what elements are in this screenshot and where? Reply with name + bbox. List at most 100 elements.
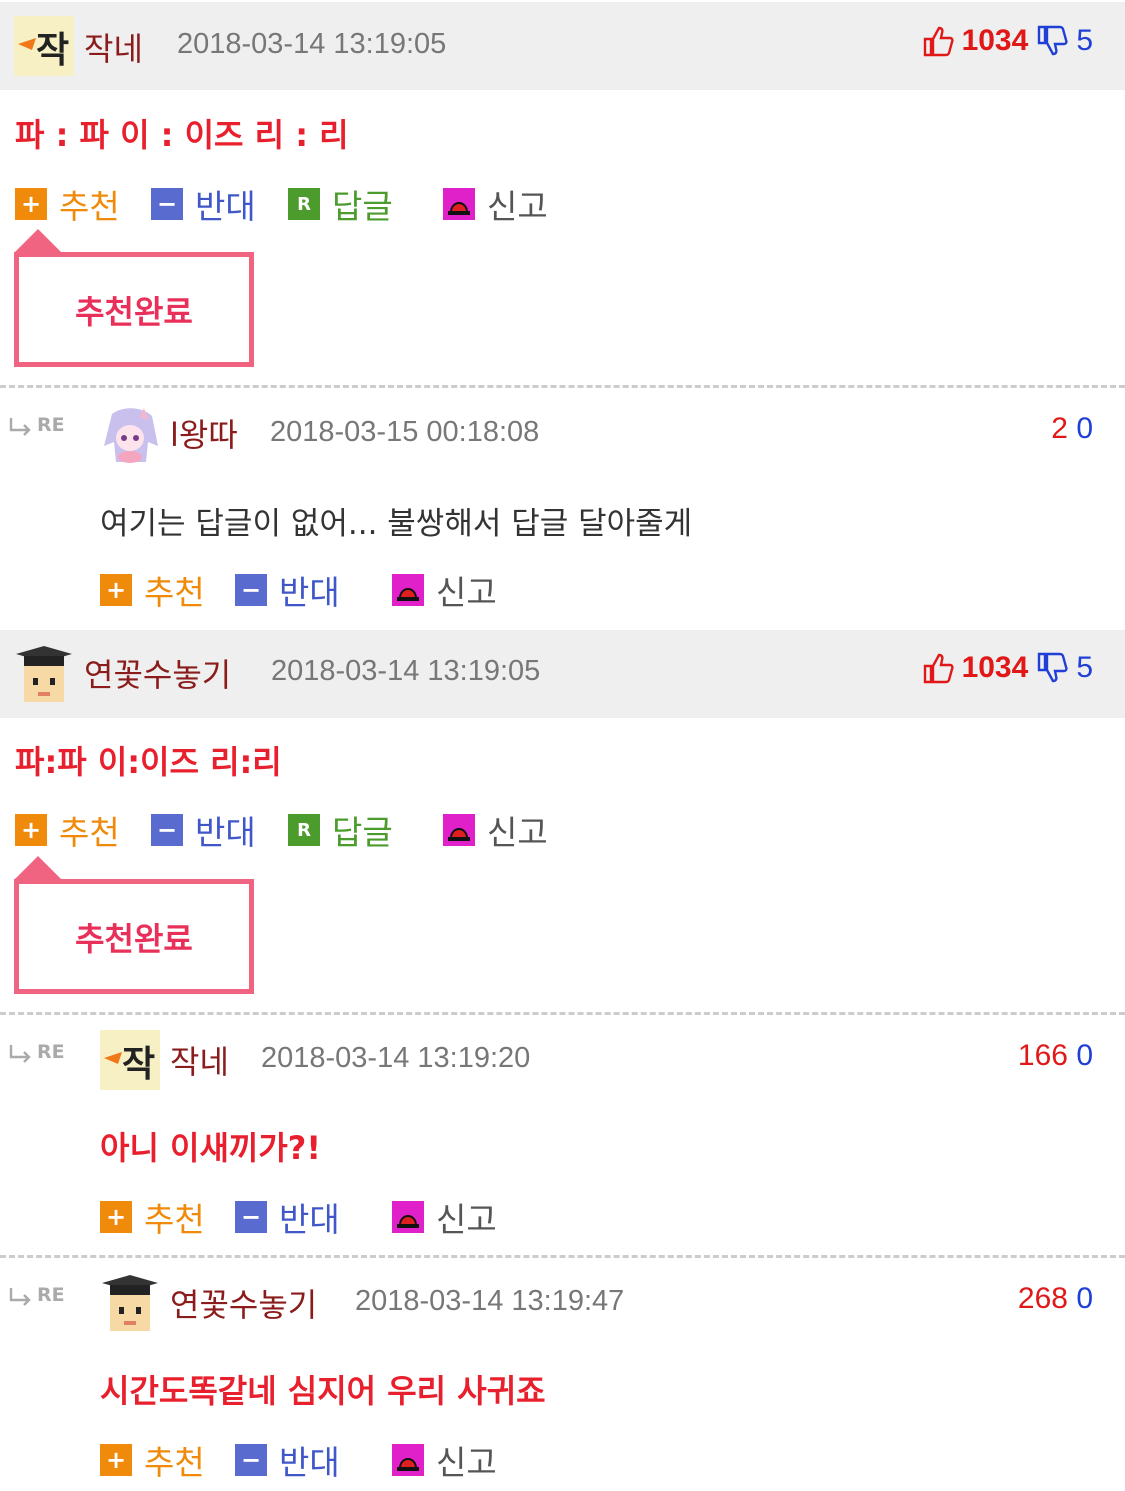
comment-date: 2018-03-14 13:19:05 bbox=[177, 28, 447, 60]
oppose-label: 반대 bbox=[195, 813, 256, 852]
comment-body: 시간도똑같네 심지어 우리 사귀죠 bbox=[100, 1372, 546, 1410]
oppose-button[interactable]: − 반대 bbox=[235, 1438, 340, 1482]
vote-counts: 166 0 bbox=[1018, 1039, 1093, 1073]
report-button[interactable]: 신고 bbox=[443, 182, 548, 226]
re-label: RE bbox=[37, 414, 65, 436]
recommend-button[interactable]: + 추천 bbox=[100, 1195, 205, 1239]
upvote-count: 1034 bbox=[961, 651, 1029, 684]
minus-icon: − bbox=[151, 188, 183, 220]
avatar-jakne-icon: 작 bbox=[100, 1030, 160, 1090]
siren-icon bbox=[443, 188, 475, 220]
re-label: RE bbox=[37, 1284, 65, 1306]
siren-icon bbox=[392, 574, 424, 606]
report-button[interactable]: 신고 bbox=[443, 808, 548, 852]
oppose-label: 반대 bbox=[195, 187, 256, 226]
avatar-graduate-icon bbox=[100, 1273, 160, 1333]
comment-body: 파 : 파 이 : 이즈 리 : 리 bbox=[15, 116, 349, 154]
plus-icon: + bbox=[15, 188, 47, 220]
upvote-count: 268 bbox=[1017, 1282, 1068, 1315]
reply-button[interactable]: R 답글 bbox=[288, 182, 393, 226]
oppose-button[interactable]: − 반대 bbox=[151, 182, 256, 226]
siren-icon bbox=[392, 1201, 424, 1233]
vote-counts: 1034 5 bbox=[922, 651, 1093, 685]
recommend-label: 추천 bbox=[144, 1200, 205, 1239]
reply-icon: R bbox=[288, 814, 320, 846]
comment-actions: + 추천 − 반대 신고 bbox=[100, 1195, 520, 1239]
plus-icon: + bbox=[100, 574, 132, 606]
plus-icon: + bbox=[100, 1444, 132, 1476]
thumbs-up-icon bbox=[923, 26, 954, 57]
upvote-count: 1034 bbox=[961, 24, 1029, 57]
recommend-button[interactable]: + 추천 bbox=[15, 808, 120, 852]
popup-text: 추천완료 bbox=[75, 292, 193, 331]
avatar-graduate-icon bbox=[14, 644, 74, 704]
downvote-count: 0 bbox=[1076, 1039, 1093, 1072]
minus-icon: − bbox=[235, 1201, 267, 1233]
report-label: 신고 bbox=[487, 813, 548, 852]
minus-icon: − bbox=[235, 1444, 267, 1476]
avatar[interactable] bbox=[100, 1273, 160, 1333]
comment-actions: + 추천 − 반대 R 답글 신고 bbox=[15, 182, 575, 226]
popup-arrow bbox=[14, 856, 62, 880]
recommend-button[interactable]: + 추천 bbox=[100, 568, 205, 612]
author-name[interactable]: l왕따 bbox=[170, 410, 238, 456]
comment-body: 여기는 답글이 없어... 불쌍해서 답글 달아줄게 bbox=[100, 506, 693, 542]
minus-icon: − bbox=[235, 574, 267, 606]
report-label: 신고 bbox=[436, 1200, 497, 1239]
upvote-count: 166 bbox=[1017, 1039, 1068, 1072]
recommend-button[interactable]: + 추천 bbox=[15, 182, 120, 226]
recommend-label: 추천 bbox=[59, 813, 120, 852]
recommend-done-popup: 추천완료 bbox=[14, 879, 254, 994]
author-name[interactable]: 연꽃수놓기 bbox=[170, 1280, 317, 1326]
report-label: 신고 bbox=[436, 573, 497, 612]
comment-body: 아니 이새끼가?! bbox=[100, 1129, 321, 1167]
vote-counts: 2 0 bbox=[1051, 412, 1093, 446]
reply-arrow-icon bbox=[9, 418, 31, 436]
reply-button[interactable]: R 답글 bbox=[288, 808, 393, 852]
recommend-label: 추천 bbox=[144, 573, 205, 612]
siren-icon bbox=[443, 814, 475, 846]
oppose-button[interactable]: − 반대 bbox=[235, 568, 340, 612]
report-button[interactable]: 신고 bbox=[392, 1195, 497, 1239]
re-label: RE bbox=[37, 1041, 65, 1063]
re-marker: RE bbox=[8, 414, 65, 436]
report-button[interactable]: 신고 bbox=[392, 568, 497, 612]
report-button[interactable]: 신고 bbox=[392, 1438, 497, 1482]
author-name[interactable]: 작네 bbox=[170, 1037, 229, 1083]
downvote-count: 5 bbox=[1076, 24, 1093, 57]
oppose-button[interactable]: − 반대 bbox=[235, 1195, 340, 1239]
recommend-label: 추천 bbox=[59, 187, 120, 226]
oppose-label: 반대 bbox=[279, 1443, 340, 1482]
avatar[interactable] bbox=[14, 644, 74, 704]
avatar[interactable]: 작 bbox=[100, 1030, 160, 1090]
reply-icon: R bbox=[288, 188, 320, 220]
recommend-done-popup: 추천완료 bbox=[14, 252, 254, 367]
avatar-char: 작 bbox=[122, 1044, 155, 1085]
comment-date: 2018-03-14 13:19:47 bbox=[355, 1285, 625, 1317]
avatar-jakne-icon: 작 bbox=[14, 16, 74, 76]
popup-arrow bbox=[14, 229, 62, 253]
downvote-count: 5 bbox=[1076, 651, 1093, 684]
comment-date: 2018-03-15 00:18:08 bbox=[270, 416, 540, 448]
thumbs-down-icon bbox=[1038, 25, 1068, 56]
re-marker: RE bbox=[8, 1284, 65, 1306]
reply-arrow-icon bbox=[9, 1045, 31, 1063]
author-name[interactable]: 작네 bbox=[84, 24, 143, 70]
plus-icon: + bbox=[15, 814, 47, 846]
avatar[interactable] bbox=[100, 404, 160, 464]
avatar[interactable]: 작 bbox=[14, 16, 74, 76]
avatar-unicorn-icon bbox=[100, 404, 160, 464]
comment-actions: + 추천 − 반대 R 답글 신고 bbox=[15, 808, 575, 852]
reply-label: 답글 bbox=[332, 813, 393, 852]
author-name[interactable]: 연꽃수놓기 bbox=[84, 650, 231, 696]
minus-icon: − bbox=[151, 814, 183, 846]
recommend-button[interactable]: + 추천 bbox=[100, 1438, 205, 1482]
oppose-label: 반대 bbox=[279, 573, 340, 612]
re-marker: RE bbox=[8, 1041, 65, 1063]
oppose-label: 반대 bbox=[279, 1200, 340, 1239]
downvote-count: 0 bbox=[1076, 1282, 1093, 1315]
reply-label: 답글 bbox=[332, 187, 393, 226]
divider bbox=[0, 385, 1125, 388]
oppose-button[interactable]: − 반대 bbox=[151, 808, 256, 852]
reply-arrow-icon bbox=[9, 1288, 31, 1306]
